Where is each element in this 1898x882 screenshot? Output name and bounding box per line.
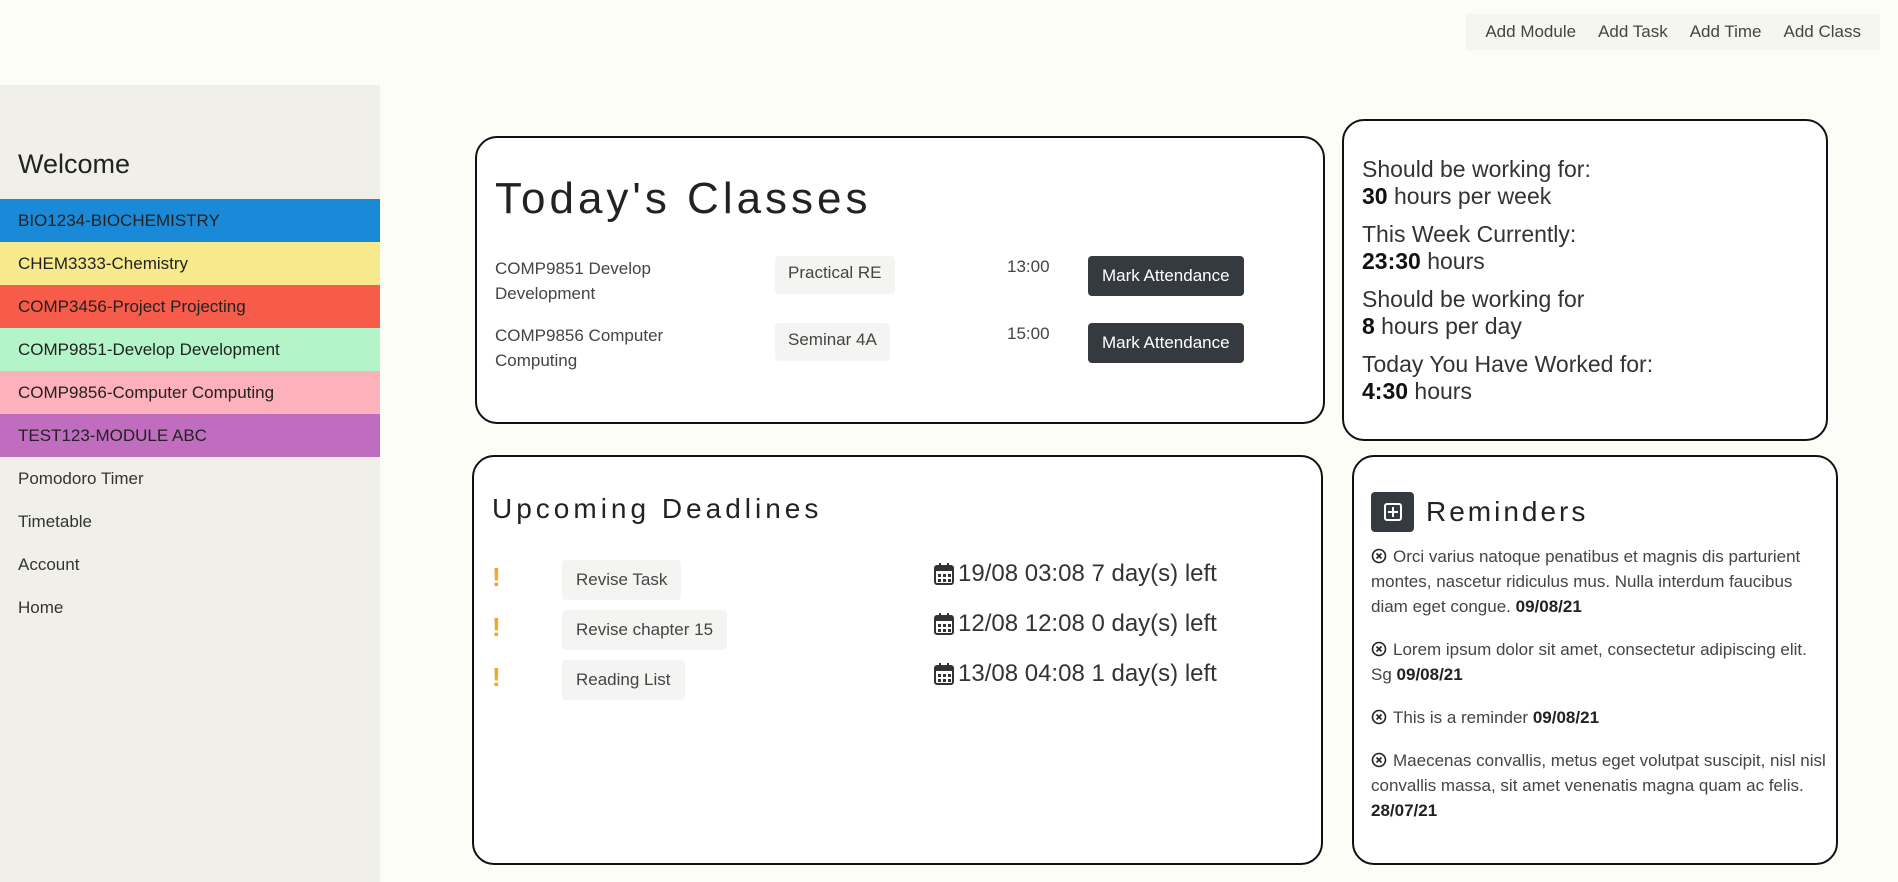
- calendar-icon: [934, 663, 954, 685]
- deadline-row: ! Reading List 13/08 04:08 1 day(s) left: [492, 660, 1272, 700]
- todays-classes-card: Today's Classes COMP9851 Develop Develop…: [475, 136, 1325, 424]
- reminder-date: 28/07/21: [1371, 801, 1438, 820]
- stat-today-worked: Today You Have Worked for: 4:30 hours: [1362, 351, 1808, 405]
- reminders-card: Reminders Orci varius natoque penatibus …: [1352, 455, 1838, 865]
- deadline-due-text: 13/08 04:08 1 day(s) left: [958, 660, 1217, 687]
- deadline-due: 12/08 12:08 0 day(s) left: [934, 610, 1217, 638]
- close-circle-icon[interactable]: [1371, 709, 1387, 725]
- deadline-task[interactable]: Revise chapter 15: [562, 610, 728, 650]
- class-room: Seminar 4A: [775, 323, 890, 361]
- welcome-heading: Welcome: [18, 149, 131, 179]
- deadline-due: 19/08 03:08 7 day(s) left: [934, 560, 1217, 588]
- reminder-date: 09/08/21: [1515, 597, 1582, 616]
- upcoming-deadlines-card: Upcoming Deadlines ! Revise Task 19/08 0…: [472, 455, 1323, 865]
- work-stats-card: Should be working for: 30 hours per week…: [1342, 119, 1828, 441]
- class-name: COMP9851 Develop Development: [495, 259, 651, 303]
- reminders-title: Reminders: [1426, 496, 1589, 527]
- close-circle-icon[interactable]: [1371, 641, 1387, 657]
- stat-label: Today You Have Worked for:: [1362, 351, 1654, 377]
- plus-square-icon: [1383, 503, 1402, 521]
- class-time: 13:00: [1007, 257, 1050, 276]
- reminder-item: This is a reminder 09/08/21: [1371, 705, 1826, 730]
- stat-weekly-target: Should be working for: 30 hours per week: [1362, 156, 1808, 210]
- stat-label: Should be working for: [1362, 286, 1585, 312]
- stat-value: 30: [1362, 183, 1388, 209]
- add-module-link[interactable]: Add Module: [1474, 22, 1587, 42]
- exclamation-icon: !: [492, 562, 501, 592]
- stat-value: 23:30: [1362, 248, 1421, 274]
- exclamation-icon: !: [492, 662, 501, 692]
- stat-label: Should be working for:: [1362, 156, 1591, 182]
- sidebar: Welcome BIO1234-BIOCHEMISTRY CHEM3333-Ch…: [0, 85, 380, 882]
- mark-attendance-button[interactable]: Mark Attendance: [1088, 256, 1244, 296]
- class-time: 15:00: [1007, 324, 1050, 343]
- stat-unit: hours: [1420, 248, 1485, 274]
- reminder-item: Maecenas convallis, metus eget volutpat …: [1371, 748, 1826, 823]
- reminder-date: 09/08/21: [1396, 665, 1463, 684]
- sidebar-item-account[interactable]: Account: [0, 543, 380, 586]
- sidebar-item-pomodoro-timer[interactable]: Pomodoro Timer: [0, 457, 380, 500]
- class-row: COMP9856 Computer Computing Seminar 4A 1…: [495, 323, 1295, 375]
- calendar-icon: [934, 613, 954, 635]
- add-task-link[interactable]: Add Task: [1587, 22, 1679, 42]
- deadline-due-text: 12/08 12:08 0 day(s) left: [958, 610, 1217, 637]
- reminder-text: This is a reminder: [1393, 708, 1529, 727]
- sidebar-item-timetable[interactable]: Timetable: [0, 500, 380, 543]
- deadline-due: 13/08 04:08 1 day(s) left: [934, 660, 1217, 688]
- exclamation-icon: !: [492, 612, 501, 642]
- class-row: COMP9851 Develop Development Practical R…: [495, 256, 1295, 308]
- reminders-list: Orci varius natoque penatibus et magnis …: [1371, 544, 1826, 841]
- sidebar-item-home[interactable]: Home: [0, 586, 380, 629]
- calendar-icon: [934, 563, 954, 585]
- sidebar-module-test123[interactable]: TEST123-MODULE ABC: [0, 414, 380, 457]
- stat-value: 4:30: [1362, 378, 1409, 404]
- reminder-date: 09/08/21: [1532, 708, 1600, 727]
- stat-value: 8: [1362, 313, 1375, 339]
- sidebar-module-comp9851[interactable]: COMP9851-Develop Development: [0, 328, 380, 371]
- deadline-due-text: 19/08 03:08 7 day(s) left: [958, 560, 1217, 587]
- reminder-text: Orci varius natoque penatibus et magnis …: [1371, 547, 1801, 616]
- reminder-item: Orci varius natoque penatibus et magnis …: [1371, 544, 1826, 619]
- reminder-item: Lorem ipsum dolor sit amet, consectetur …: [1371, 637, 1826, 687]
- deadline-row: ! Revise Task 19/08 03:08 7 day(s) left: [492, 560, 1272, 600]
- deadline-task[interactable]: Revise Task: [562, 560, 682, 600]
- deadline-task[interactable]: Reading List: [562, 660, 685, 700]
- sidebar-module-bio1234[interactable]: BIO1234-BIOCHEMISTRY: [0, 199, 380, 242]
- stat-unit: hours: [1408, 378, 1472, 404]
- stat-unit: hours per week: [1387, 183, 1552, 209]
- top-nav: Add Module Add Task Add Time Add Class: [1466, 14, 1880, 50]
- reminder-text: Maecenas convallis, metus eget volutpat …: [1371, 751, 1826, 795]
- sidebar-module-comp9856[interactable]: COMP9856-Computer Computing: [0, 371, 380, 414]
- class-name: COMP9856 Computer Computing: [495, 326, 664, 370]
- todays-classes-title: Today's Classes: [495, 174, 872, 223]
- stat-unit: hours per day: [1374, 313, 1522, 339]
- stat-label: This Week Currently:: [1362, 221, 1577, 247]
- reminders-header: Reminders: [1371, 492, 1588, 532]
- stat-daily-target: Should be working for 8 hours per day: [1362, 286, 1808, 340]
- add-class-link[interactable]: Add Class: [1773, 22, 1872, 42]
- deadline-row: ! Revise chapter 15 12/08 12:08 0 day(s)…: [492, 610, 1272, 650]
- close-circle-icon[interactable]: [1371, 548, 1387, 564]
- stat-week-current: This Week Currently: 23:30 hours: [1362, 221, 1808, 275]
- add-reminder-button[interactable]: [1371, 492, 1414, 532]
- add-time-link[interactable]: Add Time: [1679, 22, 1773, 42]
- sidebar-module-comp3456[interactable]: COMP3456-Project Projecting: [0, 285, 380, 328]
- mark-attendance-button[interactable]: Mark Attendance: [1088, 323, 1244, 363]
- upcoming-deadlines-title: Upcoming Deadlines: [492, 493, 823, 524]
- sidebar-module-chem3333[interactable]: CHEM3333-Chemistry: [0, 242, 380, 285]
- close-circle-icon[interactable]: [1371, 752, 1387, 768]
- class-room: Practical RE: [775, 256, 895, 294]
